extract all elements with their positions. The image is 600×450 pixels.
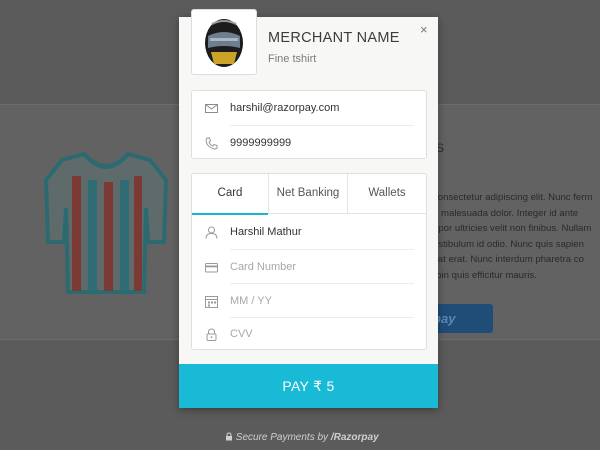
razorpay-logo: /Razorpay <box>330 432 379 443</box>
calendar-icon <box>205 295 218 308</box>
contact-details: harshil@razorpay.com 9999999999 <box>191 90 427 159</box>
payment-method-tabs: Card Net Banking Wallets <box>192 174 426 215</box>
merchant-logo <box>191 9 257 75</box>
checkout-modal: MERCHANT NAME Fine tshirt × harshil@razo… <box>179 9 438 408</box>
expiry-field[interactable]: MM / YY <box>192 284 426 318</box>
secure-text: Secure Payments by <box>235 432 329 443</box>
secure-payments-note: Secure Payments by /Razorpay <box>225 432 379 443</box>
product-description: consectetur adipiscing elit. Nunc ferm d… <box>433 192 593 281</box>
lock-icon <box>226 432 232 441</box>
user-icon <box>205 226 218 239</box>
phone-field[interactable]: 9999999999 <box>192 126 426 160</box>
helmet-logo-icon <box>205 19 243 67</box>
card-number-placeholder: Card Number <box>230 261 297 273</box>
merchant-description: Fine tshirt <box>268 53 317 65</box>
phone-icon <box>205 137 218 149</box>
tshirt-image <box>44 151 168 294</box>
tab-wallets[interactable]: Wallets <box>348 174 426 214</box>
merchant-name: MERCHANT NAME <box>268 30 400 46</box>
email-field[interactable]: harshil@razorpay.com <box>192 91 426 125</box>
lock-icon <box>206 327 217 341</box>
tab-card[interactable]: Card <box>192 174 269 215</box>
close-icon[interactable]: × <box>420 22 428 37</box>
card-number-field[interactable]: Card Number <box>192 250 426 284</box>
cardholder-name-field[interactable]: Harshil Mathur <box>192 215 426 249</box>
pay-button[interactable]: PAY ₹ 5 <box>179 364 438 408</box>
mail-icon <box>205 103 218 113</box>
email-value: harshil@razorpay.com <box>230 102 340 114</box>
phone-value: 9999999999 <box>230 137 292 149</box>
cvv-placeholder: CVV <box>230 328 253 340</box>
expiry-placeholder: MM / YY <box>230 295 272 307</box>
payment-form: Card Net Banking Wallets Harshil Mathur … <box>191 173 427 350</box>
cvv-field[interactable]: CVV <box>192 317 426 351</box>
credit-card-icon <box>205 262 218 272</box>
tab-net-banking[interactable]: Net Banking <box>269 174 348 214</box>
cardholder-name-value: Harshil Mathur <box>230 226 302 238</box>
